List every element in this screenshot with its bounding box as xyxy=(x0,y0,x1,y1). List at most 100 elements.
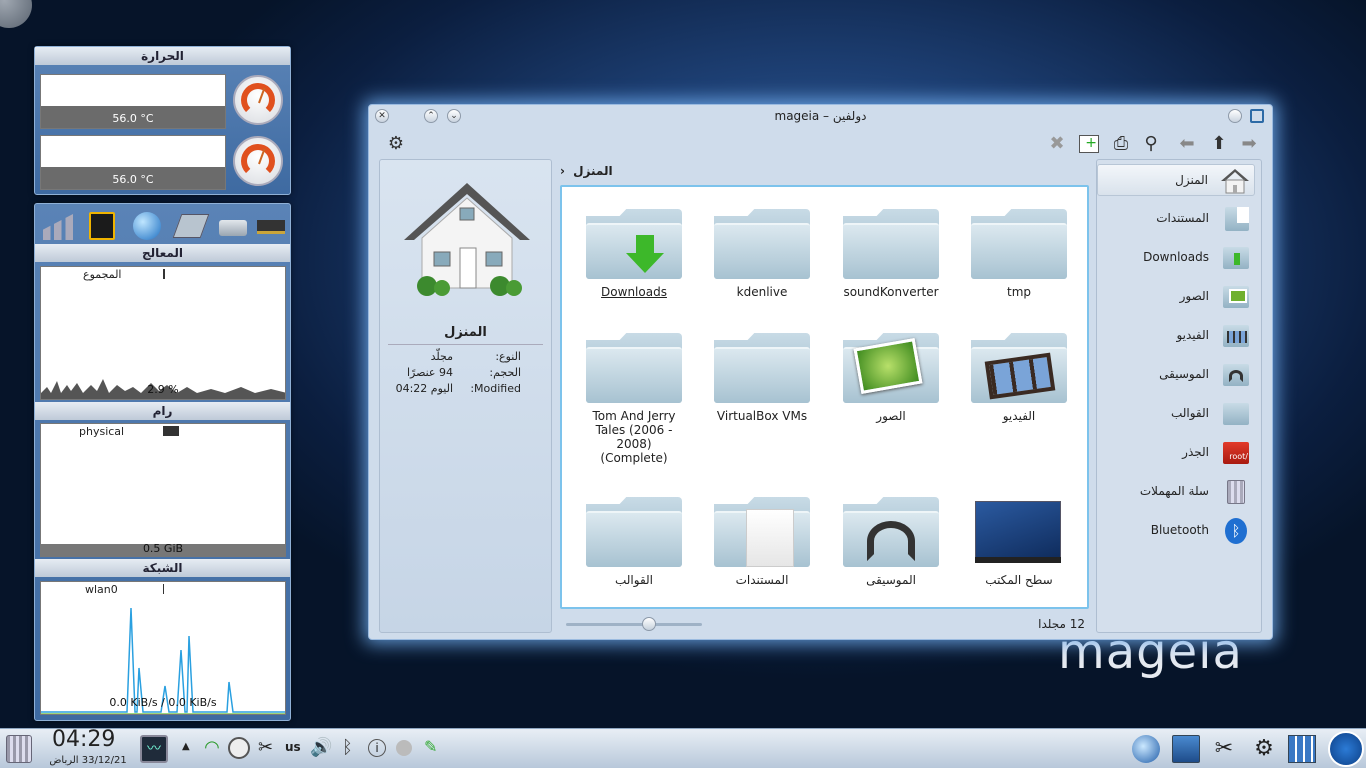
control-center-icon[interactable]: ⚙ xyxy=(1250,735,1278,763)
folder-item[interactable]: سطح المكتب xyxy=(947,489,1067,609)
place-documents[interactable]: المستندات xyxy=(1097,203,1255,235)
documents-folder-icon xyxy=(714,497,810,567)
video-folder-icon xyxy=(971,333,1067,403)
taskbar: 04:29 33/12/21 الرباض 〰 ▲ ◠ ✂ us 🔊 ᛒ i ✎… xyxy=(0,727,1366,768)
place-label: المنزل xyxy=(1175,173,1208,187)
place-label: القوالب xyxy=(1170,406,1209,420)
close-view-icon[interactable]: ✖ xyxy=(1046,133,1068,155)
desktop-show-icon[interactable] xyxy=(1172,735,1200,763)
app-icon[interactable] xyxy=(1250,109,1264,123)
tools-icon[interactable]: ✂ xyxy=(1210,735,1238,763)
application-launcher-icon[interactable] xyxy=(1328,731,1364,767)
info-name: المنزل xyxy=(444,325,487,340)
folder-item[interactable]: soundKonverter xyxy=(819,201,939,321)
home-icon xyxy=(1221,169,1249,194)
place-bluetooth[interactable]: Bluetooth ᛒ xyxy=(1097,515,1255,547)
clock-time[interactable]: 04:29 xyxy=(52,727,115,752)
preview-icon[interactable]: ⎙ xyxy=(1110,133,1132,155)
gamepad-icon[interactable] xyxy=(228,737,250,759)
breadcrumb[interactable]: › المنزل xyxy=(560,161,613,181)
place-videos[interactable]: الفيديو xyxy=(1097,320,1255,352)
info-type-key: النوع: xyxy=(495,350,521,363)
place-home[interactable]: المنزل xyxy=(1097,164,1255,196)
music-icon xyxy=(1221,361,1251,389)
keyboard-layout[interactable]: us xyxy=(285,740,301,754)
breadcrumb-home[interactable]: المنزل xyxy=(573,164,612,178)
desktop-icon xyxy=(971,497,1067,567)
bluetooth-tray-icon[interactable]: ᛒ xyxy=(342,737,353,758)
temperature-gauge-1 xyxy=(233,75,283,125)
toolbar: ⚙ ✖ + ⎙ ⚲ ⬅ ⬆ ➡ xyxy=(369,127,1272,159)
back-icon[interactable]: ⬅ xyxy=(1176,133,1198,155)
templates-icon xyxy=(1221,400,1251,428)
place-root[interactable]: الجذر /root xyxy=(1097,437,1255,469)
place-label: Downloads xyxy=(1143,250,1209,264)
cpu-chip-icon[interactable] xyxy=(172,214,210,238)
status-dot-icon[interactable] xyxy=(396,740,412,756)
window-menu-button[interactable] xyxy=(1228,109,1242,123)
folder-name: سطح المكتب xyxy=(985,573,1053,587)
ram-value: 0.5 GiB xyxy=(142,542,184,555)
forward-icon[interactable]: ➡ xyxy=(1238,133,1260,155)
place-label: Bluetooth xyxy=(1150,523,1209,537)
bars-icon[interactable] xyxy=(43,214,73,240)
trash-icon xyxy=(1221,478,1251,506)
folder-icon xyxy=(586,497,682,567)
close-button[interactable]: ✕ xyxy=(375,109,389,123)
info-modified-key: Modified: xyxy=(470,382,521,395)
window-title: mageia – دولفين xyxy=(774,109,867,123)
zoom-slider-handle[interactable] xyxy=(642,617,656,631)
minimize-button[interactable]: ⌄ xyxy=(447,109,461,123)
file-view[interactable]: Downloads kdenlive soundKonverter tmp To… xyxy=(560,185,1089,609)
folder-item[interactable]: tmp xyxy=(947,201,1067,321)
network-value: 0.0 KiB/s / 0.0 KiB/s xyxy=(109,696,217,709)
folder-item[interactable]: الصور xyxy=(819,325,939,445)
place-downloads[interactable]: Downloads xyxy=(1097,242,1255,274)
settings-gear-icon[interactable]: ⚙ xyxy=(385,133,407,155)
globe-icon[interactable] xyxy=(133,212,161,240)
search-icon[interactable]: ⚲ xyxy=(1140,133,1162,155)
maximize-button[interactable]: ⌃ xyxy=(424,109,438,123)
temperature-title: الحرارة xyxy=(35,47,290,65)
cpu-title: المعالج xyxy=(35,244,290,262)
folder-icon xyxy=(971,209,1067,279)
ram-module-icon[interactable] xyxy=(257,220,285,234)
temperature-value-2: 56.0 °C xyxy=(112,173,154,186)
scissors-icon[interactable]: ✂ xyxy=(258,737,273,758)
system-monitor-icon[interactable]: 〰 xyxy=(140,735,168,763)
trash-icon[interactable] xyxy=(6,735,32,763)
folder-item[interactable]: المستندات xyxy=(690,489,810,609)
memory-card-icon[interactable] xyxy=(89,212,115,240)
place-pictures[interactable]: الصور xyxy=(1097,281,1255,313)
information-panel: المنزل النوع: مجلّد الحجم: 94 عنصرًا Modif… xyxy=(379,159,552,633)
folder-name: tmp xyxy=(1006,285,1031,299)
place-templates[interactable]: القوالب xyxy=(1097,398,1255,430)
desktop-corner-icon[interactable] xyxy=(0,0,32,28)
wifi-icon[interactable]: ◠ xyxy=(200,737,224,761)
folder-item[interactable]: VirtualBox VMs xyxy=(690,325,810,445)
window-titlebar[interactable]: ✕ ⌃ ⌄ mageia – دولفين xyxy=(369,105,1272,127)
folder-item[interactable]: الفيديو xyxy=(947,325,1067,445)
info-icon[interactable]: i xyxy=(368,739,386,757)
pager-icon[interactable] xyxy=(1288,735,1316,763)
folder-item[interactable]: الموسيقى xyxy=(819,489,939,609)
folder-item[interactable]: Tom And Jerry Tales (2006 - 2008) (Compl… xyxy=(562,325,682,465)
folder-item[interactable]: kdenlive xyxy=(690,201,810,321)
new-tab-icon[interactable]: + xyxy=(1078,133,1100,155)
place-trash[interactable]: سلة المهملات xyxy=(1097,476,1255,508)
folder-item[interactable]: القوالب xyxy=(562,489,682,609)
place-music[interactable]: الموسيقى xyxy=(1097,359,1255,391)
temperature-graph-1: 56.0 °C xyxy=(40,74,226,129)
up-icon[interactable]: ⬆ xyxy=(1208,133,1230,155)
drive-icon[interactable] xyxy=(219,220,247,236)
tray-expand-icon[interactable]: ▲ xyxy=(182,741,190,752)
color-picker-icon[interactable]: ✎ xyxy=(424,737,437,756)
zoom-slider[interactable] xyxy=(566,623,702,626)
place-label: الموسيقى xyxy=(1159,367,1209,381)
folder-item[interactable]: Downloads xyxy=(562,201,682,321)
browser-icon[interactable] xyxy=(1132,735,1160,763)
volume-icon[interactable]: 🔊 xyxy=(310,737,332,758)
folder-name: Tom And Jerry Tales (2006 - 2008) (Compl… xyxy=(592,409,676,465)
status-text: 12 مجلدا xyxy=(1038,617,1085,631)
breadcrumb-arrow-icon: › xyxy=(560,164,565,178)
